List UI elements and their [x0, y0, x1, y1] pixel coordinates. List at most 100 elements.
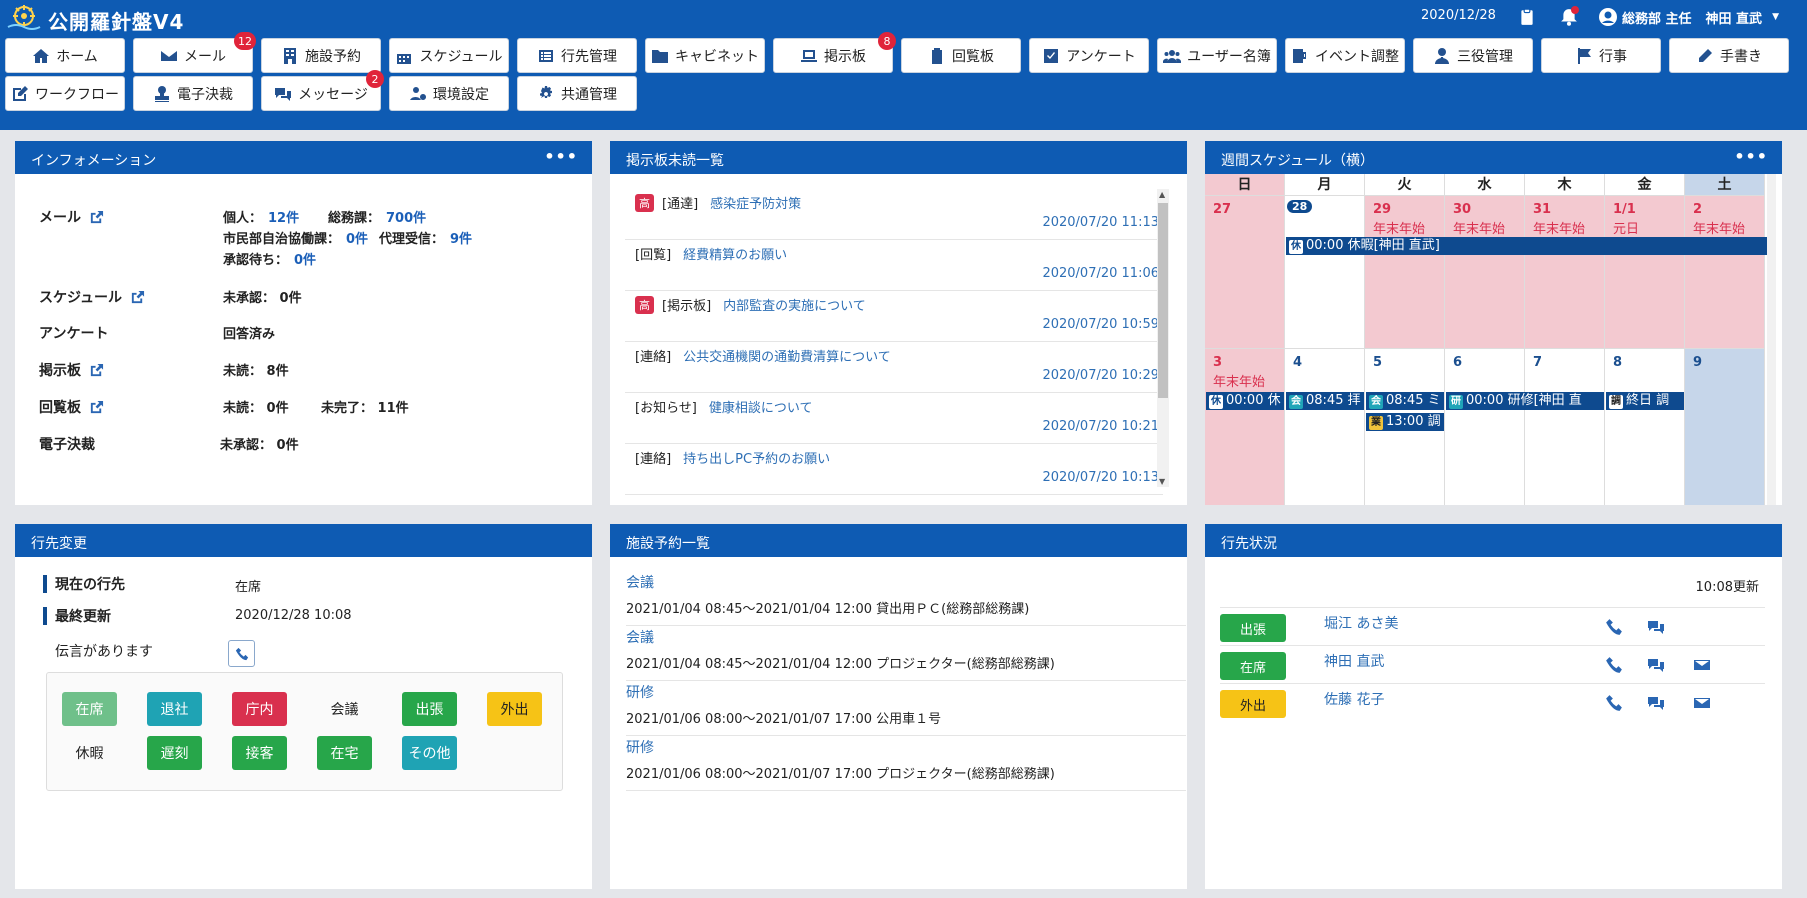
nav-laptop-button[interactable]: 掲示板 8	[773, 32, 896, 73]
reservation-type-link[interactable]: 研修	[626, 682, 1186, 702]
status-button[interactable]: その他	[402, 736, 457, 770]
status-button[interactable]: 在宅	[317, 736, 372, 770]
nav-pen-button[interactable]: 手書き	[1669, 38, 1789, 73]
nav-folder-button[interactable]: キャビネット	[645, 38, 765, 73]
more-icon[interactable]: •••	[544, 147, 578, 166]
schedule-event[interactable]: 研 00:00 研修[神田 直	[1446, 392, 1604, 410]
status-button[interactable]: 会議	[317, 692, 372, 726]
reservation-type-link[interactable]: 会議	[626, 572, 1186, 592]
status-button[interactable]: 出張	[402, 692, 457, 726]
nav-mug-button[interactable]: イベント調整	[1285, 38, 1405, 73]
schedule-event[interactable]: 会 08:45 ミ	[1366, 392, 1444, 410]
nav-label: ユーザー名簿	[1187, 48, 1271, 65]
facility-reservation[interactable]: 会議 2021/01/04 08:45～2021/01/04 12:00 貸出用Ｐ…	[626, 572, 1186, 626]
clipboard-icon[interactable]	[1516, 6, 1538, 28]
mail-icon[interactable]	[1693, 694, 1713, 714]
event-text: 00:00 休	[1226, 393, 1281, 408]
nav-check-square-button[interactable]: アンケート	[1029, 38, 1149, 73]
status-button[interactable]: 接客	[232, 736, 287, 770]
bell-icon[interactable]	[1558, 6, 1580, 28]
phone-icon[interactable]	[1605, 656, 1625, 676]
nav-calendar-button[interactable]: スケジュール	[389, 38, 509, 73]
status-button[interactable]: 退社	[147, 692, 202, 726]
reservation-type-link[interactable]: 研修	[626, 737, 1186, 757]
nav-users-button[interactable]: ユーザー名簿	[1157, 38, 1277, 73]
info-circular-link[interactable]: 回覧板	[39, 397, 104, 417]
nav-mail-button[interactable]: メール 12	[133, 32, 256, 73]
nav-edit-button[interactable]: ワークフロー	[5, 76, 125, 111]
calendar-day-cell[interactable]: 28	[1285, 196, 1365, 349]
status-button[interactable]: 遅刻	[147, 736, 202, 770]
nav-user-tie-button[interactable]: 三役管理	[1413, 38, 1533, 73]
nav-cog-button[interactable]: 共通管理	[517, 76, 637, 111]
info-schedule-link[interactable]: スケジュール	[39, 287, 145, 307]
calendar-day-cell[interactable]: 1/1 元日	[1605, 196, 1685, 349]
nav-home-button[interactable]: ホーム	[5, 38, 125, 73]
app-title[interactable]: 公開羅針盤V4	[48, 6, 184, 35]
calendar-day-cell[interactable]: 7	[1525, 349, 1605, 505]
phone-message-button[interactable]	[228, 640, 255, 667]
calendar-scrollbar[interactable]	[1767, 174, 1776, 505]
bulletin-item[interactable]: 高 [通達] 感染症予防対策 2020/07/20 11:13	[625, 189, 1163, 240]
nav-building-button[interactable]: 施設予約	[261, 38, 381, 73]
calendar-day-cell[interactable]: 30 年末年始	[1445, 196, 1525, 349]
facility-reservation[interactable]: 研修 2021/01/06 08:00～2021/01/07 17:00 プロジェ…	[626, 737, 1186, 791]
calendar-day-cell[interactable]: 2 年末年始	[1685, 196, 1765, 349]
mail-icon[interactable]	[1693, 656, 1713, 676]
scrollbar[interactable]: ▲ ▼	[1157, 189, 1169, 487]
schedule-event[interactable]: 業 13:00 調	[1366, 413, 1444, 431]
calendar-day-cell[interactable]: 8	[1605, 349, 1685, 505]
bulletin-title-link[interactable]: 感染症予防対策	[710, 193, 801, 212]
calendar-day-cell[interactable]: 27	[1205, 196, 1285, 349]
bulletin-title-link[interactable]: 公共交通機関の通勤費清算について	[683, 346, 891, 365]
bulletin-item[interactable]: [回覧] 経費精算のお願い 2020/07/20 11:06	[625, 240, 1163, 291]
status-button[interactable]: 休暇	[62, 736, 117, 770]
schedule-event[interactable]: 会 08:45 拝	[1286, 392, 1364, 410]
comments-icon[interactable]	[1647, 694, 1667, 714]
bulletin-item[interactable]: [連絡] 公共交通機関の通勤費清算について 2020/07/20 10:29	[625, 342, 1163, 393]
calendar-day-cell[interactable]: 29 年末年始	[1365, 196, 1445, 349]
comments-icon[interactable]	[1647, 656, 1667, 676]
bulletin-item[interactable]: 高 [掲示板] 内部監査の実施について 2020/07/20 10:59	[625, 291, 1163, 342]
bulletin-title-link[interactable]: 内部監査の実施について	[723, 295, 866, 314]
person-name-link[interactable]: 堀江 あさ美	[1324, 613, 1398, 633]
schedule-event[interactable]: 調終日 調	[1606, 392, 1684, 410]
status-button[interactable]: 在席	[62, 692, 117, 726]
compass-logo-icon[interactable]	[6, 3, 42, 31]
calendar-day-cell[interactable]: 3 年末年始	[1205, 349, 1285, 505]
scrollbar-thumb[interactable]	[1158, 203, 1168, 398]
nav-stamp-button[interactable]: 電子決裁	[133, 76, 253, 111]
facility-reservation[interactable]: 会議 2021/01/04 08:45～2021/01/04 12:00 プロジェ…	[626, 627, 1186, 681]
info-mail-link[interactable]: メール	[39, 207, 104, 227]
phone-icon[interactable]	[1605, 694, 1625, 714]
calendar-day-cell[interactable]: 6	[1445, 349, 1525, 505]
calendar-day-cell[interactable]: 9	[1685, 349, 1765, 505]
schedule-event[interactable]: 休 00:00 休暇[神田 直武]	[1286, 237, 1767, 255]
nav-comments-button[interactable]: メッセージ 2	[261, 70, 384, 111]
bulletin-item[interactable]: [お知らせ] 健康相談について 2020/07/20 10:21	[625, 393, 1163, 444]
calendar-day-cell[interactable]: 4	[1285, 349, 1365, 505]
user-menu[interactable]: 総務部 主任 神田 直武 ▼	[1598, 7, 1779, 27]
bulletin-title-link[interactable]: 健康相談について	[709, 397, 813, 416]
message-notice: 伝言があります	[55, 644, 153, 660]
comments-icon[interactable]	[1647, 618, 1667, 638]
schedule-event[interactable]: 休 00:00 休	[1206, 392, 1284, 410]
status-button[interactable]: 庁内	[232, 692, 287, 726]
reservation-type-link[interactable]: 会議	[626, 627, 1186, 647]
more-icon[interactable]: •••	[1734, 147, 1768, 166]
calendar-day-cell[interactable]: 31 年末年始	[1525, 196, 1605, 349]
bulletin-title-link[interactable]: 持ち出しPC予約のお願い	[683, 448, 830, 467]
nav-label: スケジュール	[419, 48, 503, 65]
info-bulletin-link[interactable]: 掲示板	[39, 360, 104, 380]
bulletin-item[interactable]: [連絡] 持ち出しPC予約のお願い 2020/07/20 10:13	[625, 444, 1163, 495]
nav-flag-button[interactable]: 行事	[1541, 38, 1661, 73]
phone-icon[interactable]	[1605, 618, 1625, 638]
nav-list-button[interactable]: 行先管理	[517, 38, 637, 73]
nav-clipboard-button[interactable]: 回覧板	[901, 38, 1021, 73]
nav-users-cog-button[interactable]: 環境設定	[389, 76, 509, 111]
facility-reservation[interactable]: 研修 2021/01/06 08:00～2021/01/07 17:00 公用車１…	[626, 682, 1186, 736]
person-name-link[interactable]: 佐藤 花子	[1324, 689, 1384, 709]
bulletin-title-link[interactable]: 経費精算のお願い	[683, 244, 787, 263]
person-name-link[interactable]: 神田 直武	[1324, 651, 1384, 671]
status-button[interactable]: 外出	[487, 692, 542, 726]
